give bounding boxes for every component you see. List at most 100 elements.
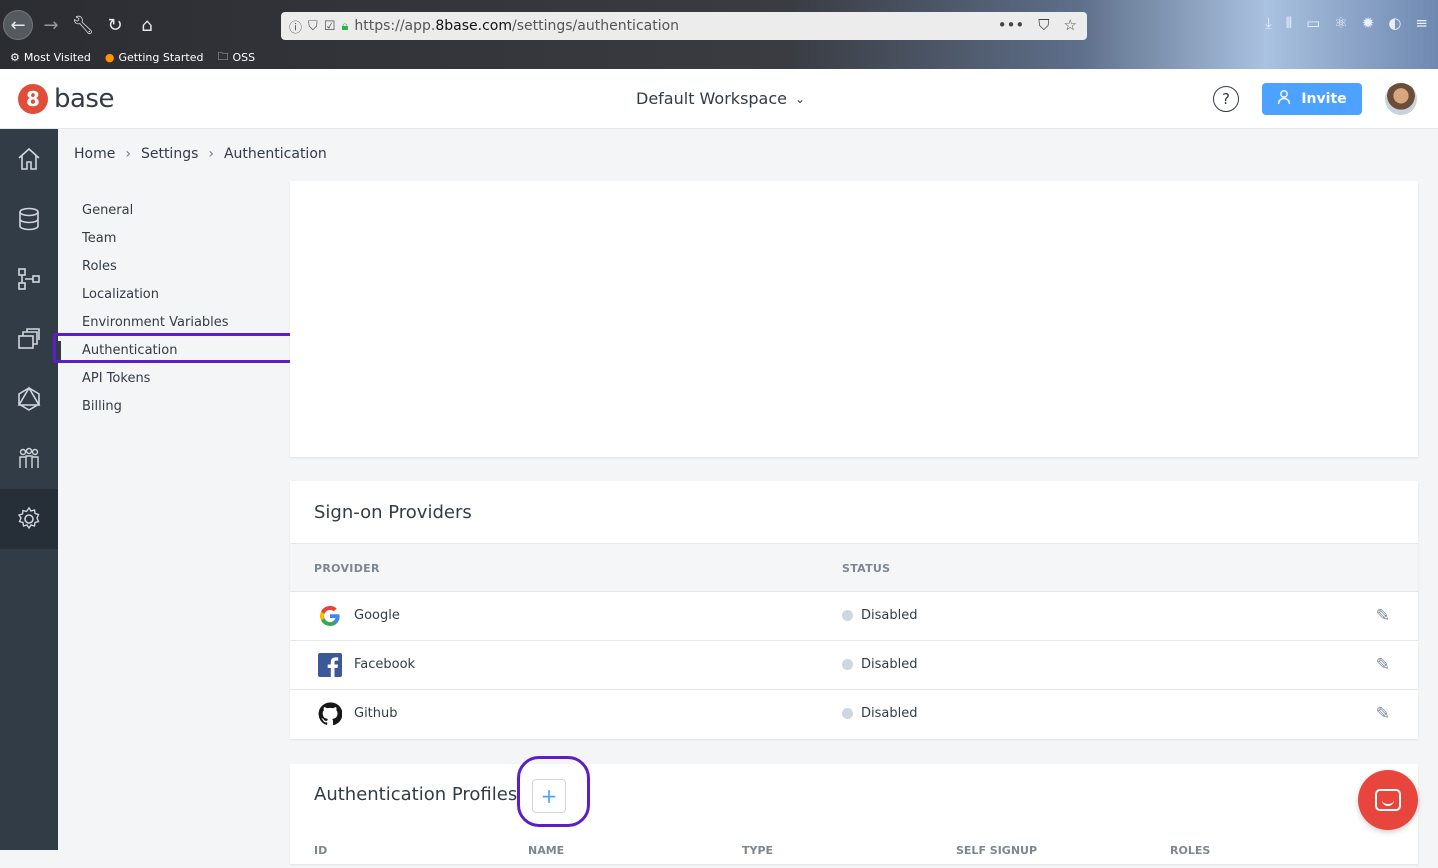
lock-icon: 🔒︎ (341, 18, 349, 34)
workspace-selector[interactable]: Default Workspace ⌄ (636, 89, 805, 108)
settings-menu: General Team Roles Localization Environm… (58, 197, 288, 421)
flow-icon (18, 268, 40, 290)
nav-data[interactable] (0, 189, 58, 249)
authentication-profiles-card: Authentication Profiles + ID NAME TYPE S… (290, 764, 1418, 864)
menu-item-api-tokens[interactable]: API Tokens (58, 365, 288, 393)
firefox-icon: ● (104, 51, 115, 64)
column-header-name: NAME (528, 844, 565, 857)
bookmark-most-visited[interactable]: ⚙ Most Visited (10, 48, 91, 67)
breadcrumb-authentication: Authentication (223, 146, 327, 162)
column-header-provider: PROVIDER (314, 562, 380, 575)
app-header: 8 base Default Workspace ⌄ ? Invite (0, 69, 1438, 129)
annotation-highlight-box (53, 333, 300, 363)
tools-button[interactable]: 🔧︎ (68, 10, 98, 40)
settings-card (290, 181, 1418, 457)
menu-item-billing[interactable]: Billing (58, 393, 288, 421)
bookmark-oss[interactable]: 🗀︎ OSS (217, 48, 255, 67)
chevron-right-icon: › (208, 146, 214, 162)
arrow-right-icon: → (43, 14, 59, 36)
sidebar-icon[interactable]: ▭ (1306, 14, 1320, 32)
invite-button[interactable]: Invite (1262, 83, 1362, 115)
home-button[interactable]: ⌂ (132, 10, 162, 40)
react-devtools-icon[interactable]: ⚛ (1334, 14, 1347, 32)
menu-icon[interactable]: ≡ (1415, 14, 1428, 32)
column-header-type: TYPE (742, 844, 774, 857)
gear-icon (17, 506, 40, 530)
browser-chrome: ← → 🔧︎ ↻ ⌂ ⓘ ⛉ ☑ 🔒︎ https://app.8base.co… (0, 0, 1438, 69)
back-button[interactable]: ← (3, 10, 33, 40)
url-bar[interactable]: ⓘ ⛉ ☑ 🔒︎ https://app.8base.com/settings/… (281, 12, 1087, 40)
status-dot (842, 659, 853, 670)
breadcrumb: Home › Settings › Authentication (74, 146, 327, 162)
nav-settings[interactable] (0, 489, 58, 549)
menu-item-localization[interactable]: Localization (58, 281, 288, 309)
status-badge: Disabled (842, 657, 917, 672)
table-header: PROVIDER STATUS (290, 544, 1418, 592)
help-icon: ? (1222, 90, 1230, 108)
logo-mark: 8 (18, 84, 48, 114)
more-icon[interactable]: ••• (998, 16, 1025, 34)
menu-item-team[interactable]: Team (58, 225, 288, 253)
wrench-icon: 🔧︎ (71, 14, 95, 36)
logo-text: base (54, 84, 114, 114)
info-icon: ⓘ (289, 20, 303, 36)
shield-icon: ⛉ (308, 18, 318, 34)
card-title: Authentication Profiles (314, 784, 518, 805)
nav-team[interactable] (0, 429, 58, 489)
pencil-icon[interactable]: ✎ (1376, 606, 1390, 626)
annotation-highlight-circle (517, 756, 590, 827)
library-icon[interactable]: ⫴ (1286, 14, 1292, 32)
home-icon (18, 147, 40, 170)
firebug-icon[interactable]: ✹ (1362, 14, 1375, 32)
bookmarks-bar: ⚙ Most Visited ● Getting Started 🗀︎ OSS (10, 48, 255, 67)
google-icon (318, 604, 342, 628)
breadcrumb-settings[interactable]: Settings (141, 146, 198, 162)
chat-icon (1375, 789, 1401, 811)
nav-home[interactable] (0, 129, 58, 189)
nav-graphql[interactable] (0, 369, 58, 429)
stack-icon (18, 328, 40, 349)
pencil-icon[interactable]: ✎ (1376, 704, 1390, 724)
provider-name: Github (354, 706, 398, 721)
table-row: Github Disabled ✎ (290, 690, 1418, 739)
status-badge: Disabled (842, 706, 917, 721)
extension-icon[interactable]: ◐ (1388, 14, 1401, 32)
url-text: https://app.8base.com/settings/authentic… (354, 18, 680, 34)
table-header: ID NAME TYPE SELF SIGNUP ROLES (290, 838, 1418, 868)
table-row: Google Disabled ✎ (290, 592, 1418, 641)
invite-label: Invite (1301, 91, 1347, 107)
chevron-down-icon: ⌄ (795, 91, 806, 106)
permissions-icon: ☑ (323, 18, 336, 34)
menu-item-general[interactable]: General (58, 197, 288, 225)
arrow-left-icon: ← (10, 14, 26, 36)
column-header-status: STATUS (842, 562, 891, 575)
workspace-name: Default Workspace (636, 89, 787, 108)
column-header-id: ID (314, 844, 328, 857)
download-icon[interactable]: ⤓ (1265, 14, 1272, 32)
pocket-icon[interactable]: ⛉ (1038, 16, 1049, 34)
logo[interactable]: 8 base (18, 84, 114, 114)
breadcrumb-home[interactable]: Home (74, 146, 115, 162)
github-icon (318, 702, 342, 726)
extension-toolbar: ⤓ ⫴ ▭ ⚛ ✹ ◐ ≡ (1265, 14, 1428, 32)
forward-button[interactable]: → (36, 10, 66, 40)
pencil-icon[interactable]: ✎ (1376, 655, 1390, 675)
table-row: Facebook Disabled ✎ (290, 641, 1418, 690)
menu-item-roles[interactable]: Roles (58, 253, 288, 281)
nav-logic[interactable] (0, 249, 58, 309)
folder-icon: 🗀︎ (217, 50, 229, 63)
reload-icon: ↻ (107, 14, 123, 36)
provider-name: Google (354, 608, 400, 623)
status-dot (842, 708, 853, 719)
home-icon: ⌂ (141, 14, 153, 36)
bookmark-getting-started[interactable]: ● Getting Started (105, 48, 204, 67)
help-button[interactable]: ? (1213, 86, 1239, 112)
chat-widget-button[interactable] (1358, 770, 1418, 830)
nav-app-services[interactable] (0, 309, 58, 369)
bookmark-star-icon[interactable]: ☆ (1064, 16, 1077, 34)
reload-button[interactable]: ↻ (100, 10, 130, 40)
gear-icon: ⚙ (10, 51, 20, 64)
avatar[interactable] (1385, 83, 1417, 115)
facebook-icon (318, 653, 342, 677)
sign-on-providers-card: Sign-on Providers PROVIDER STATUS Google… (290, 481, 1418, 739)
